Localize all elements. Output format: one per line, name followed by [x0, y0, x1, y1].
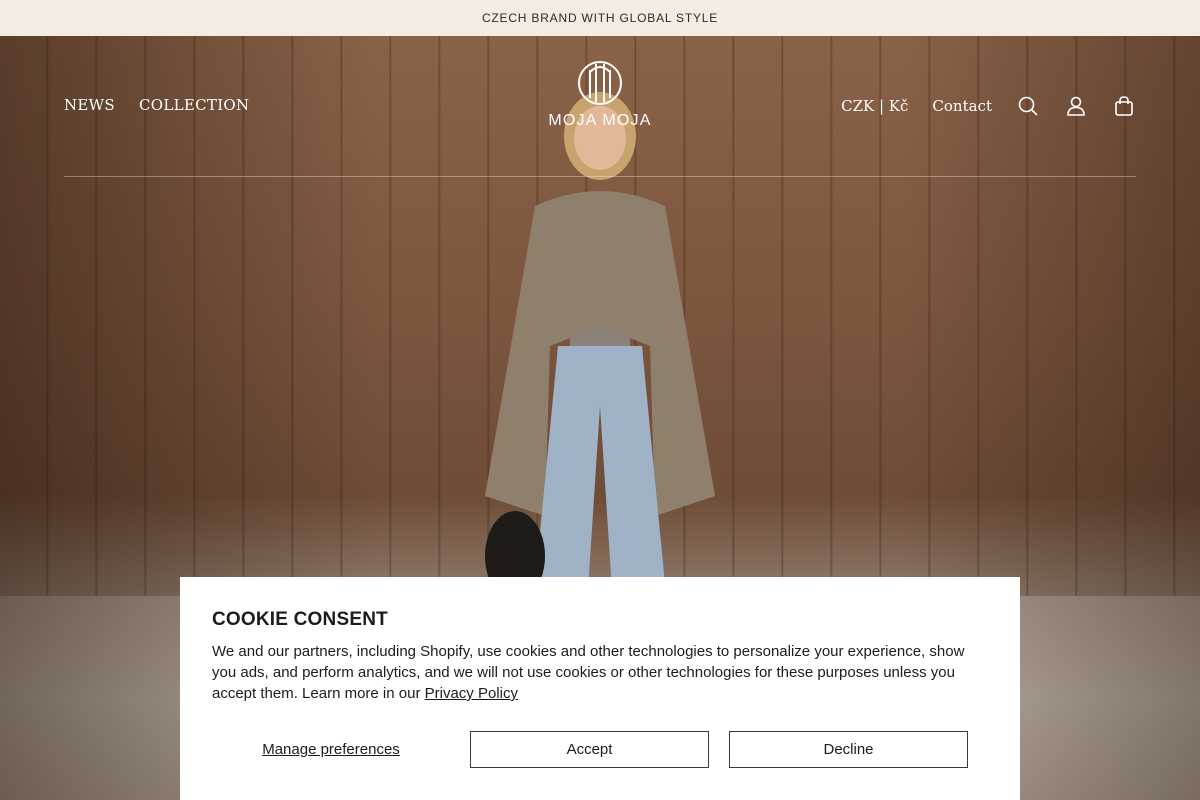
cart-button[interactable]	[1112, 94, 1136, 118]
logo-text: MOJA MOJA	[548, 112, 652, 129]
cookie-consent-dialog: COOKIE CONSENT We and our partners, incl…	[180, 577, 1020, 800]
cookie-body: We and our partners, including Shopify, …	[212, 641, 988, 704]
decline-button[interactable]: Decline	[729, 731, 968, 768]
search-button[interactable]	[1016, 94, 1040, 118]
cookie-actions: Manage preferences Accept Decline	[212, 731, 988, 768]
privacy-policy-link[interactable]: Privacy Policy	[425, 685, 518, 702]
announcement-bar: CZECH BRAND WITH GLOBAL STYLE	[0, 0, 1200, 36]
cookie-title: COOKIE CONSENT	[212, 609, 388, 630]
utility-nav: CZK | Kč Contact	[841, 94, 1136, 118]
nav-collection[interactable]: COLLECTION	[139, 96, 249, 114]
contact-link[interactable]: Contact	[932, 97, 992, 115]
site-header: NEWS COLLECTION MOJA MOJA CZK | Kč Conta…	[64, 36, 1136, 177]
main-nav: NEWS COLLECTION	[64, 96, 249, 114]
currency-selector[interactable]: CZK | Kč	[841, 97, 908, 115]
accept-button[interactable]: Accept	[470, 731, 709, 768]
search-icon	[1018, 96, 1038, 116]
logo-mark-icon	[578, 61, 622, 105]
account-icon	[1067, 96, 1085, 116]
cart-icon	[1115, 96, 1133, 116]
manage-preferences-button[interactable]: Manage preferences	[212, 731, 450, 768]
nav-news[interactable]: NEWS	[64, 96, 115, 114]
brand-logo[interactable]: MOJA MOJA	[542, 60, 658, 130]
announcement-text: CZECH BRAND WITH GLOBAL STYLE	[481, 11, 719, 25]
cookie-body-text: We and our partners, including Shopify, …	[212, 643, 965, 702]
account-button[interactable]	[1064, 94, 1088, 118]
